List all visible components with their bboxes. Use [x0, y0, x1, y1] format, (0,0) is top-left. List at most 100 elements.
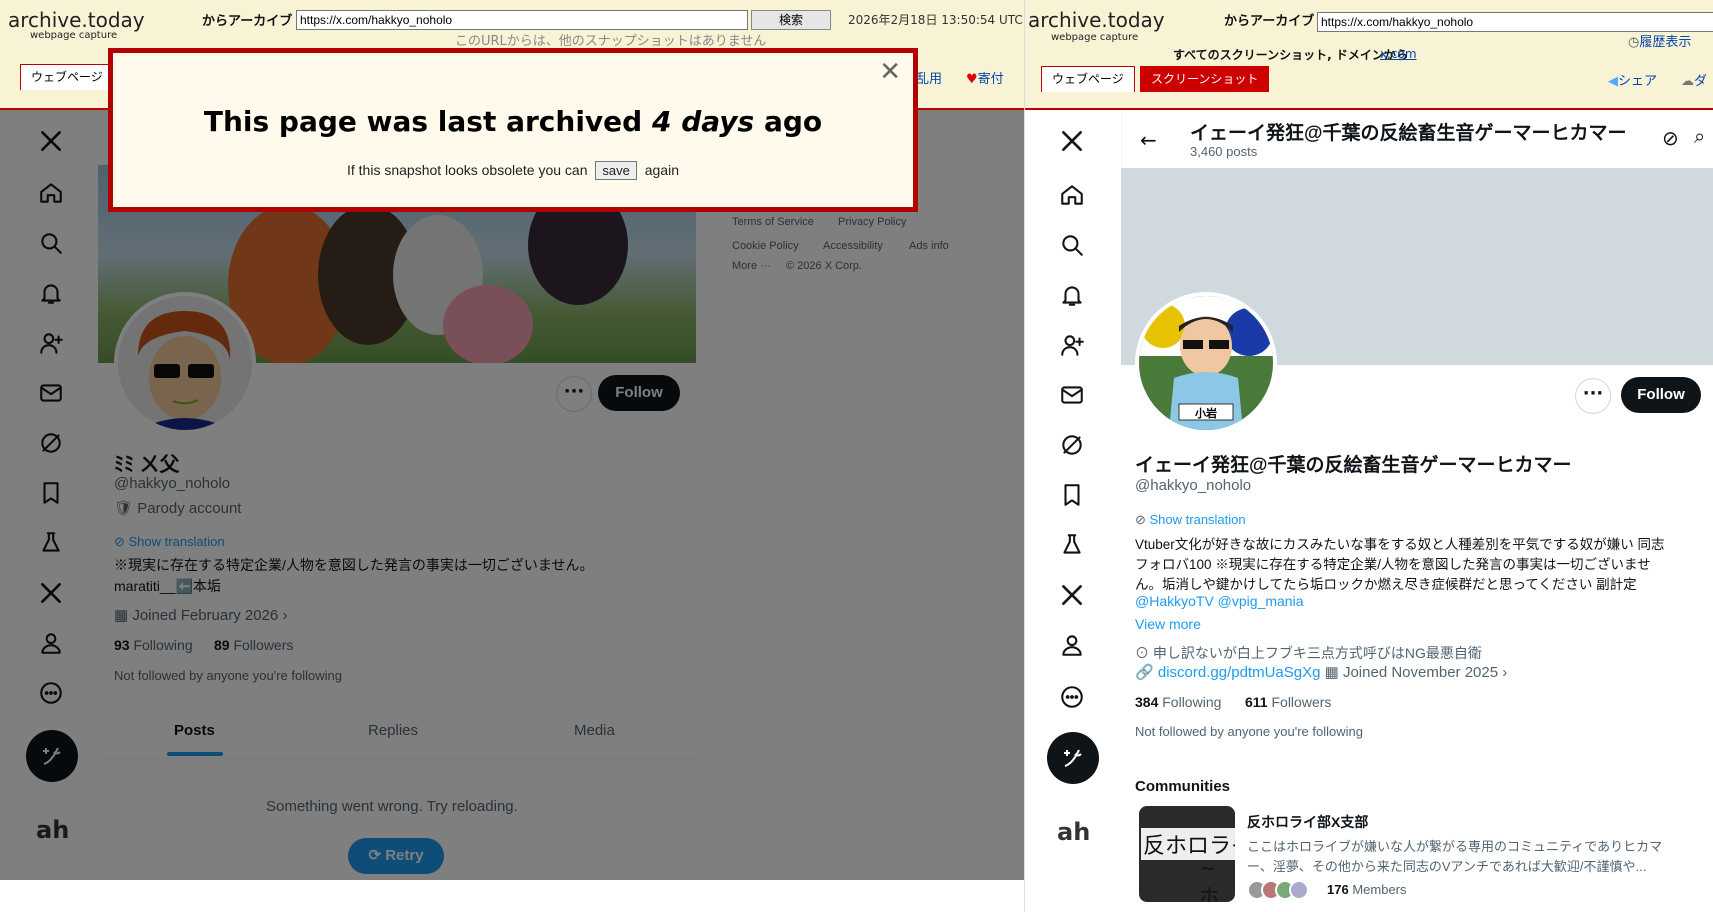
follow-button[interactable]: Follow — [1621, 377, 1701, 413]
save-button[interactable]: save — [595, 161, 637, 180]
community-card[interactable]: 反ホロライ ~ホ 反ホロライ部X支部 ここはホロライブが嫌いな人が繋がる専用のコ… — [1139, 806, 1699, 906]
archive-from-label-right: からアーカイブ — [1224, 14, 1315, 29]
archive-from-label: からアーカイブ — [202, 14, 293, 29]
report-link[interactable]: 乱用 — [916, 68, 942, 87]
search-icon[interactable] — [1057, 230, 1087, 260]
modal-sub-post: again — [644, 162, 679, 178]
share-link[interactable]: ◀シェア — [1608, 70, 1657, 89]
community-members: 176 Members — [1327, 882, 1407, 897]
tab-webpage[interactable]: ウェブページ — [20, 64, 114, 90]
premium-x-icon[interactable] — [1057, 580, 1087, 610]
joined-text: Joined November 2025 — [1342, 664, 1499, 681]
profile-more-button[interactable]: ··· — [1575, 378, 1611, 414]
profile-link-row: 🔗 discord.gg/pdtmUaSgXg ▦ Joined Novembe… — [1135, 663, 1507, 681]
member-avatars — [1247, 880, 1317, 900]
follow-icon[interactable] — [1057, 330, 1087, 360]
profile-icon[interactable] — [1057, 630, 1087, 660]
modal-backdrop[interactable] — [0, 110, 1024, 880]
archive-notice-modal: ✕ This page was last archived 4 days ago… — [108, 48, 918, 212]
profile-link[interactable]: discord.gg/pdtmUaSgXg — [1158, 664, 1321, 681]
followers-label: Followers — [1271, 694, 1332, 710]
archive-datetime: 2026年2月18日 13:50:54 UTC — [848, 13, 1023, 27]
jobs-icon[interactable] — [1057, 530, 1087, 560]
bio-mentions[interactable]: @HakkyoTV @vpig_mania — [1135, 593, 1304, 609]
profile-search-icon[interactable]: ⌕ — [1694, 124, 1705, 148]
donate-label: 寄付 — [977, 72, 1004, 87]
bio-line-2: フォロバ100 ※現実に存在する特定企業/人物を意図した発言の事実は一切ございま… — [1135, 557, 1651, 572]
modal-title-post: ago — [763, 105, 823, 138]
location-text: 申し訳ないが白上フブキ三点方式呼びはNG最悪自衛 — [1152, 645, 1482, 661]
avatar-art: 小岩 — [1139, 296, 1273, 430]
members-count: 176 — [1327, 882, 1349, 897]
modal-sub-pre: If this snapshot looks obsolete you can — [347, 162, 588, 178]
bio-line-1: Vtuber文化が好きな故にカスみたいな事をする奴と人種差別を平気でする奴が嫌い… — [1135, 537, 1665, 552]
more-options-icon[interactable] — [1057, 682, 1087, 712]
avatar-name-plate: 小岩 — [1194, 406, 1217, 420]
x-logo-icon[interactable] — [1057, 126, 1087, 156]
translate-icon: ⊘ — [1135, 512, 1150, 527]
archive-search-button[interactable]: 検索 — [751, 10, 831, 30]
archive-logo-right[interactable]: archive.today — [1028, 8, 1165, 32]
modal-title-em: 4 days — [651, 105, 755, 138]
close-icon[interactable]: ✕ — [879, 57, 901, 87]
modal-title-pre: This page was last archived — [203, 105, 643, 138]
home-icon[interactable] — [1057, 180, 1087, 210]
chevron-right-icon: › — [1498, 664, 1508, 681]
archive-logo-sub: webpage capture — [30, 30, 118, 41]
archive-logo[interactable]: archive.today — [8, 8, 145, 32]
community-thumbnail: 反ホロライ ~ホ — [1139, 806, 1235, 902]
followers-stat[interactable]: 611 Followers — [1245, 694, 1331, 710]
download-link[interactable]: ☁ダ — [1681, 70, 1707, 89]
show-translation-link[interactable]: ⊘ Show translation — [1135, 512, 1246, 528]
archive-url-input[interactable]: https://x.com/hakkyo_noholo — [296, 10, 748, 30]
modal-title: This page was last archived 4 days ago — [113, 105, 913, 138]
right-archive-pane: archive.today webpage capture からアーカイブ ht… — [1024, 0, 1713, 912]
view-more-link[interactable]: View more — [1135, 616, 1201, 632]
community-thumb-text-2: ~ホ — [1199, 856, 1219, 902]
profile-handle: @hakkyo_noholo — [1135, 477, 1252, 494]
tab-webpage-right[interactable]: ウェブページ — [1041, 66, 1135, 92]
back-arrow-icon[interactable]: ← — [1140, 128, 1157, 152]
following-label: Following — [1162, 694, 1222, 710]
community-desc-1: ここはホロライブが嫌いな人が繋がる専用のコミュニティでありヒカマ — [1247, 839, 1663, 854]
header-name: イェーイ発狂@千葉の反絵畜生音ゲーマーヒカマー — [1190, 123, 1627, 144]
cloud-icon: ☁ — [1681, 74, 1694, 89]
archive-url-input-right[interactable]: https://x.com/hakkyo_noholo — [1317, 12, 1713, 32]
domain-link[interactable]: x.com — [1380, 47, 1417, 61]
header-post-count: 3,460 posts — [1190, 144, 1258, 159]
left-archive-pane: archive.today webpage capture からアーカイブ ht… — [0, 0, 1024, 912]
community-name: 反ホロライ部X支部 — [1247, 814, 1369, 830]
following-stat[interactable]: 384 Following — [1135, 694, 1221, 710]
profile-avatar[interactable]: 小岩 — [1135, 292, 1277, 434]
notifications-icon[interactable] — [1057, 280, 1087, 310]
location: ⊙ 申し訳ないが白上フブキ三点方式呼びはNG最悪自衛 — [1135, 643, 1482, 663]
show-translation-text: Show translation — [1149, 512, 1246, 527]
share-icon: ◀ — [1608, 74, 1618, 89]
tab-screenshot[interactable]: スクリーンショット — [1140, 66, 1270, 92]
archive-logo-sub-right: webpage capture — [1051, 32, 1139, 43]
not-followed-note: Not followed by anyone you're following — [1135, 724, 1363, 739]
messages-icon[interactable] — [1057, 380, 1087, 410]
clock-icon: ◷ — [1628, 35, 1640, 50]
download-label: ダ — [1694, 74, 1708, 89]
archive-no-snapshots: このURLからは、他のスナップショットはありません — [455, 34, 767, 49]
all-screenshots-label: すべてのスクリーンショット, ドメインから — [1173, 48, 1408, 62]
link-icon: 🔗 — [1135, 664, 1158, 681]
share-label: シェア — [1618, 74, 1658, 89]
grok-profile-icon[interactable]: ⊘ — [1662, 126, 1679, 150]
history-link[interactable]: ◷履歴表示 — [1628, 31, 1691, 50]
bio-line-3: ん。垢消しや鍵かけしてたら垢ロックか燃え尽き症候群だと思ってください 副計定 — [1135, 577, 1637, 592]
post-compose-button[interactable] — [1047, 732, 1099, 784]
history-label: 履歴表示 — [1639, 35, 1692, 50]
heart-icon: ♥ — [966, 72, 978, 87]
grok-icon[interactable] — [1057, 430, 1087, 460]
location-pin-icon: ⊙ — [1135, 645, 1153, 661]
bookmarks-icon[interactable] — [1057, 480, 1087, 510]
archive-header-right: archive.today webpage capture からアーカイブ ht… — [1025, 0, 1713, 110]
donate-link[interactable]: ♥寄付 — [966, 68, 1004, 87]
following-count: 384 — [1135, 694, 1159, 710]
calendar-icon: ▦ — [1320, 664, 1343, 681]
advanced-hosting-logo: ah — [1057, 818, 1091, 846]
members-label: Members — [1352, 882, 1407, 897]
profile-header-bar: ← イェーイ発狂@千葉の反絵畜生音ゲーマーヒカマー 3,460 posts ⊘ … — [1121, 112, 1713, 168]
